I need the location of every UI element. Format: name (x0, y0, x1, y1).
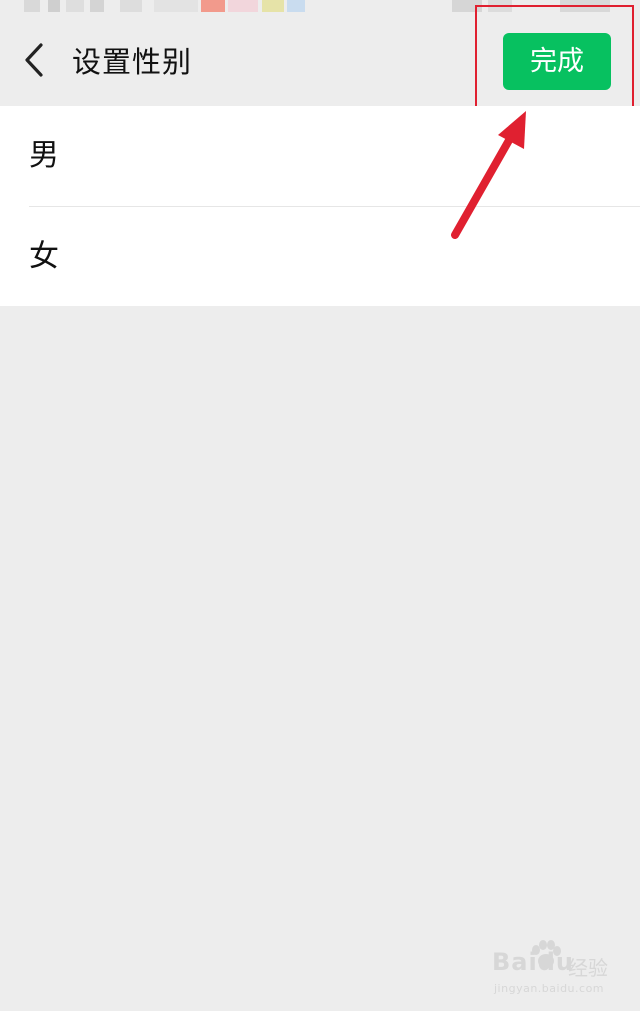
status-bar-blur (154, 0, 198, 12)
status-bar-blur (24, 0, 40, 12)
status-bar-blur (48, 0, 60, 12)
status-bar-blur (120, 0, 142, 12)
back-button[interactable] (14, 40, 54, 80)
gender-option-list: 男 女 (0, 106, 640, 306)
status-bar (0, 0, 640, 14)
page-title: 设置性别 (72, 45, 193, 79)
gender-option-label: 女 (29, 239, 59, 274)
status-bar-blur (560, 0, 610, 12)
status-bar-blur (90, 0, 104, 12)
chevron-left-icon (25, 43, 43, 77)
gender-option-label: 男 (29, 138, 59, 173)
watermark-brand: Baidu (492, 948, 574, 976)
watermark-sub: 经验 (568, 956, 608, 980)
status-bar-blur (488, 0, 512, 12)
watermark-url: jingyan.baidu.com (494, 982, 605, 995)
status-bar-blur (287, 0, 305, 12)
watermark: Baidu 经验 jingyan.baidu.com (488, 940, 628, 1000)
nav-header: 设置性别 完成 (0, 14, 640, 106)
done-button[interactable]: 完成 (503, 33, 611, 90)
paw-icon (532, 940, 561, 968)
status-bar-blur (452, 0, 482, 12)
status-bar-blur (228, 0, 258, 12)
gender-option-male[interactable]: 男 (0, 106, 640, 206)
status-bar-blur (66, 0, 84, 12)
status-bar-blur (262, 0, 284, 12)
status-bar-blur (201, 0, 225, 12)
gender-option-female[interactable]: 女 (0, 207, 640, 307)
